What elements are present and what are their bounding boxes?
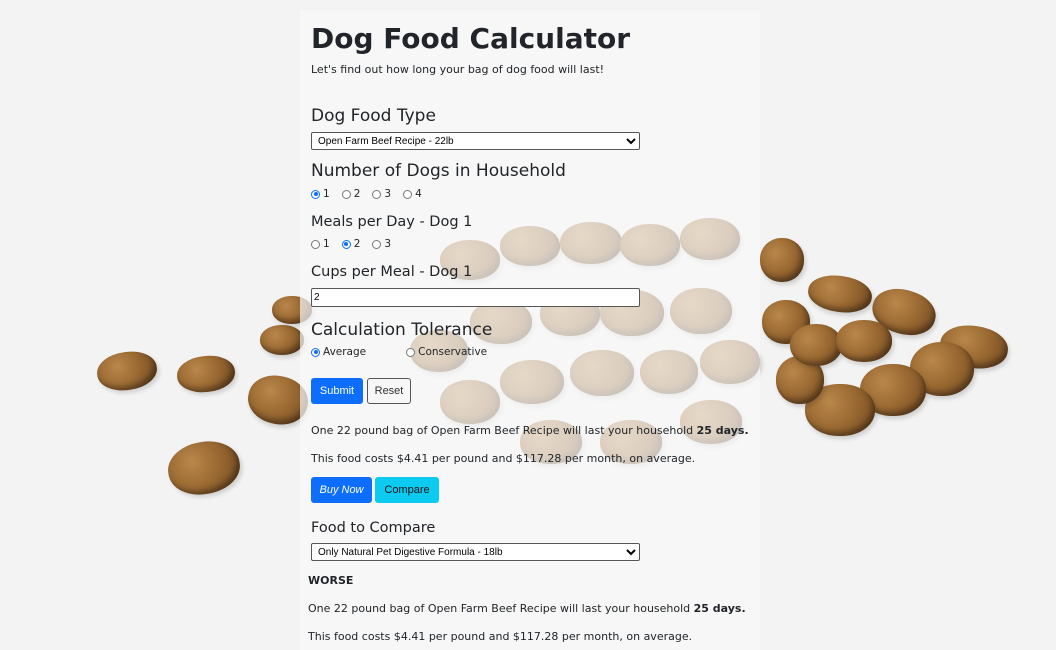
meals-radio-group: 1 2 3 — [311, 238, 403, 250]
meals-per-day-label: Meals per Day - Dog 1 — [311, 214, 473, 230]
radio-dot-icon — [311, 189, 320, 199]
meals-radio-2[interactable]: 2 — [341, 238, 360, 250]
comparison-verdict: WORSE — [308, 574, 354, 587]
meals-radio-1[interactable]: 1 — [311, 238, 330, 250]
radio-dot-icon — [372, 189, 382, 199]
page-subtitle: Let's find out how long your bag of dog … — [311, 63, 605, 76]
radio-dot-icon — [406, 347, 416, 357]
dogs-radio-4[interactable]: 4 — [403, 188, 422, 200]
radio-dot-icon — [311, 239, 320, 249]
dogs-count-radio-group: 1 2 3 4 — [311, 188, 434, 200]
food-type-select[interactable]: Open Farm Beef Recipe - 22lb — [311, 132, 640, 150]
radio-dot-icon — [341, 239, 351, 249]
buy-now-button[interactable]: Buy Now — [311, 477, 372, 503]
reset-button[interactable]: Reset — [367, 378, 411, 404]
cups-per-meal-label: Cups per Meal - Dog 1 — [311, 264, 473, 280]
tolerance-radio-group: Average Conservative — [311, 346, 499, 358]
compare-cost-text: This food costs $4.41 per pound and $117… — [308, 630, 693, 643]
radio-dot-icon — [341, 189, 351, 199]
result-cost-text: This food costs $4.41 per pound and $117… — [311, 452, 696, 465]
radio-dot-icon — [403, 189, 413, 199]
result-duration-text: One 22 pound bag of Open Farm Beef Recip… — [311, 424, 749, 437]
compare-duration-text: One 22 pound bag of Open Farm Beef Recip… — [308, 602, 746, 615]
meals-radio-3[interactable]: 3 — [372, 238, 391, 250]
tolerance-label: Calculation Tolerance — [311, 320, 493, 340]
dogs-radio-1[interactable]: 1 — [311, 188, 330, 200]
dogs-radio-3[interactable]: 3 — [372, 188, 391, 200]
cups-per-meal-input[interactable] — [311, 288, 640, 307]
food-type-label: Dog Food Type — [311, 106, 436, 126]
compare-button[interactable]: Compare — [375, 477, 439, 503]
food-to-compare-label: Food to Compare — [311, 520, 436, 536]
compare-food-select[interactable]: Only Natural Pet Digestive Formula - 18l… — [311, 543, 640, 561]
tolerance-radio-conservative[interactable]: Conservative — [406, 346, 487, 358]
radio-dot-icon — [311, 347, 320, 357]
tolerance-radio-average[interactable]: Average — [311, 346, 366, 358]
dogs-count-label: Number of Dogs in Household — [311, 161, 566, 181]
page-title: Dog Food Calculator — [311, 22, 631, 55]
dogs-radio-2[interactable]: 2 — [341, 188, 360, 200]
radio-dot-icon — [372, 239, 382, 249]
submit-button[interactable]: Submit — [311, 378, 363, 404]
